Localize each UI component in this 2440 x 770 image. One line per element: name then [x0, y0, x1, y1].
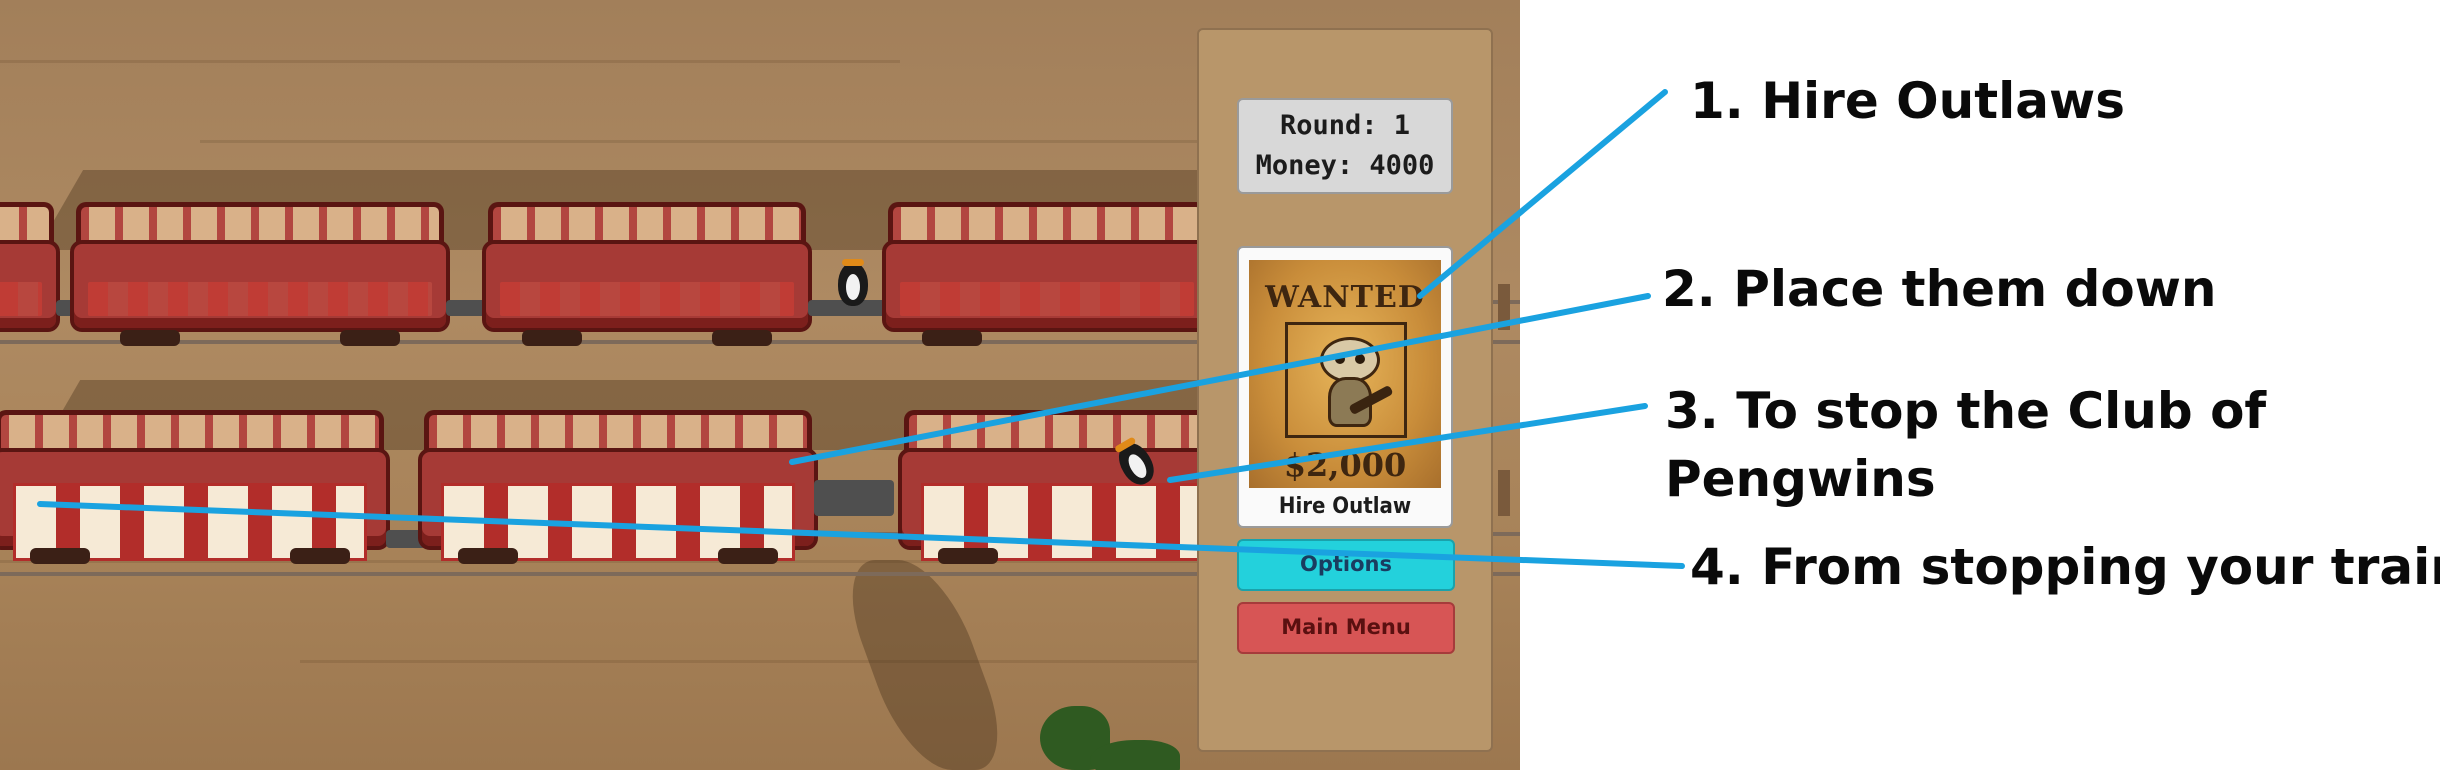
round-counter: Round: 1: [1279, 110, 1411, 141]
train-car[interactable]: [482, 196, 812, 346]
outlaw-portrait: [1285, 322, 1407, 438]
annotation-place-them-down: 2. Place them down: [1662, 260, 2217, 318]
outlaw-shadow: [831, 560, 1019, 770]
rail-tie: [1498, 470, 1510, 516]
ground-texture: [300, 660, 1200, 663]
train-car[interactable]: [70, 196, 450, 346]
annotation-pengwins: Pengwins: [1665, 450, 1936, 508]
rail-tie: [1498, 284, 1510, 330]
train-car[interactable]: [882, 196, 1212, 346]
coupler: [814, 480, 894, 516]
annotation-stop-club: 3. To stop the Club of: [1665, 382, 2267, 440]
annotation-stopping-train: 4. From stopping your train: [1690, 538, 2440, 596]
hire-outlaw-label: Hire Outlaw: [1278, 494, 1412, 519]
annotation-hire-outlaws: 1. Hire Outlaws: [1690, 72, 2125, 130]
outlaw-icon: [1314, 337, 1394, 427]
hire-outlaw-card[interactable]: WANTED $2,000 Hire Outlaw: [1237, 246, 1453, 528]
poster-price: $2,000: [1283, 446, 1407, 484]
cactus: [1090, 740, 1180, 770]
passenger-car[interactable]: [898, 404, 1228, 564]
options-button[interactable]: Options: [1237, 539, 1455, 591]
ground-texture: [0, 60, 900, 63]
train-car[interactable]: [0, 196, 60, 346]
main-menu-button[interactable]: Main Menu: [1237, 602, 1455, 654]
wanted-poster: WANTED $2,000: [1249, 260, 1441, 488]
passenger-car[interactable]: [0, 404, 390, 564]
poster-title: WANTED: [1265, 280, 1425, 315]
side-panel: Round: 1 Money: 4000 WANTED $2,000 Hire …: [1197, 28, 1493, 752]
stats-box: Round: 1 Money: 4000: [1237, 98, 1453, 194]
money-counter: Money: 4000: [1255, 150, 1435, 181]
passenger-car[interactable]: [418, 404, 818, 564]
ground-texture: [200, 140, 1200, 143]
coupler: [446, 300, 486, 316]
